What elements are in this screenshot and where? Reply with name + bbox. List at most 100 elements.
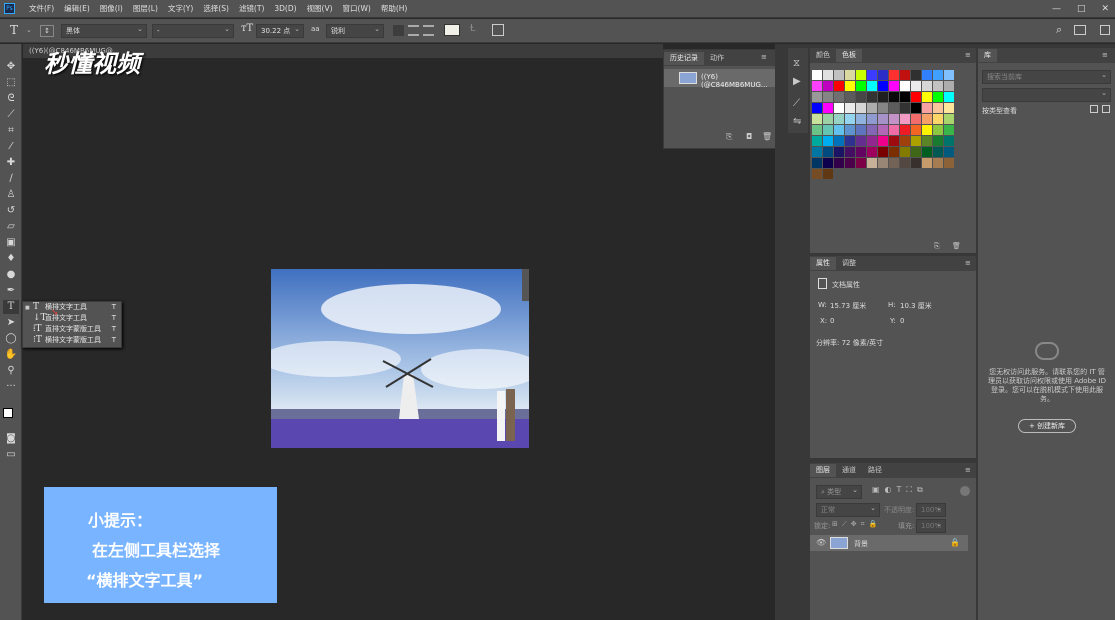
tab-adjustments[interactable]: 调整 <box>836 257 862 270</box>
align-right-icon[interactable] <box>423 25 434 36</box>
swatch[interactable] <box>889 147 899 157</box>
library-select[interactable] <box>982 87 1111 102</box>
swatch[interactable] <box>933 147 943 157</box>
swatch[interactable] <box>889 103 899 113</box>
menu-item[interactable]: 窗口(W) <box>338 0 376 18</box>
path-select-tool-icon[interactable]: ➤ <box>3 316 19 330</box>
healing-tool-icon[interactable]: ✚ <box>3 156 19 170</box>
swatch[interactable] <box>878 114 888 124</box>
swatch[interactable] <box>878 81 888 91</box>
swatch[interactable] <box>856 136 866 146</box>
swatch[interactable] <box>867 147 877 157</box>
screen-mode-icon[interactable]: ▭ <box>3 448 19 462</box>
panel-menu-icon[interactable]: ≡ <box>761 53 767 61</box>
swatch[interactable] <box>911 147 921 157</box>
swatch[interactable] <box>812 136 822 146</box>
swatch[interactable] <box>856 158 866 168</box>
menu-item[interactable]: 3D(D) <box>269 0 301 18</box>
swatch[interactable] <box>900 136 910 146</box>
swatch[interactable] <box>944 81 954 91</box>
swatch[interactable] <box>812 114 822 124</box>
swatch[interactable] <box>867 70 877 80</box>
swatch[interactable] <box>933 70 943 80</box>
swatch[interactable] <box>933 125 943 135</box>
swatch[interactable] <box>845 103 855 113</box>
blur-tool-icon[interactable]: ♦ <box>3 252 19 266</box>
menu-item[interactable]: 图层(L) <box>128 0 163 18</box>
swatch[interactable] <box>933 92 943 102</box>
swatch[interactable] <box>889 92 899 102</box>
swatch[interactable] <box>889 136 899 146</box>
menu-item[interactable]: 文件(F) <box>24 0 59 18</box>
swatch[interactable] <box>823 147 833 157</box>
swatch[interactable] <box>911 103 921 113</box>
swatch[interactable] <box>911 158 921 168</box>
swatch[interactable] <box>834 125 844 135</box>
blend-mode-select[interactable]: 正常 <box>816 502 880 517</box>
eye-icon[interactable]: 👁 <box>816 538 826 547</box>
swatch[interactable] <box>823 103 833 113</box>
swatch[interactable] <box>867 114 877 124</box>
swatch[interactable] <box>845 136 855 146</box>
more-tools-icon[interactable]: ··· <box>3 380 19 394</box>
swatch[interactable] <box>823 114 833 124</box>
menu-item[interactable]: 选择(S) <box>198 0 234 18</box>
swatch[interactable] <box>878 158 888 168</box>
create-library-button[interactable]: + 创建新库 <box>1018 419 1076 433</box>
warp-text-icon[interactable]: Ɫ <box>470 23 476 34</box>
eyedropper-tool-icon[interactable]: ⁄ <box>3 140 19 154</box>
swatch[interactable] <box>944 70 954 80</box>
swatch[interactable] <box>911 81 921 91</box>
antialias-select[interactable]: 锐利 <box>326 23 384 38</box>
swatch[interactable] <box>900 158 910 168</box>
swatch[interactable] <box>845 92 855 102</box>
swatch[interactable] <box>911 136 921 146</box>
swatch[interactable] <box>867 92 877 102</box>
type-tool-icon[interactable]: T <box>3 300 19 314</box>
swatch[interactable] <box>856 125 866 135</box>
x-value[interactable]: 0 <box>830 317 834 325</box>
swatch[interactable] <box>944 147 954 157</box>
history-icon[interactable]: ⧖ <box>793 58 800 69</box>
swatch[interactable] <box>845 158 855 168</box>
workspace-icon[interactable] <box>1074 25 1086 35</box>
swatch[interactable] <box>845 70 855 80</box>
menu-item[interactable]: 滤镜(T) <box>234 0 269 18</box>
swatch[interactable] <box>867 158 877 168</box>
swatch[interactable] <box>812 81 822 91</box>
swatch[interactable] <box>911 125 921 135</box>
orientation-toggle-icon[interactable]: ↕ <box>40 25 54 37</box>
share-icon[interactable] <box>1100 25 1110 35</box>
swatch[interactable] <box>856 114 866 124</box>
minimize-button[interactable]: — <box>1052 0 1061 18</box>
trash-icon[interactable]: 🗑 <box>762 132 772 141</box>
swatch[interactable] <box>944 125 954 135</box>
swatch[interactable] <box>900 70 910 80</box>
tool-preset-chevron-icon[interactable]: ⌄ <box>26 26 32 34</box>
tab-libraries[interactable]: 库 <box>978 49 997 62</box>
snapshot-icon[interactable]: ◘ <box>746 132 752 141</box>
swatch[interactable] <box>834 114 844 124</box>
menu-item-horizontal-type-tool[interactable]: T 横排文字工具 T <box>23 302 121 313</box>
fill-input[interactable]: 100% <box>916 518 946 533</box>
grid-view-icon[interactable] <box>1090 105 1098 113</box>
tab-history[interactable]: 历史记录 <box>664 52 704 65</box>
tab-paths[interactable]: 路径 <box>862 464 888 477</box>
swatch[interactable] <box>845 81 855 91</box>
swatch[interactable] <box>867 81 877 91</box>
align-center-icon[interactable] <box>408 25 419 36</box>
swatch[interactable] <box>812 92 822 102</box>
swatch[interactable] <box>834 92 844 102</box>
panel-menu-icon[interactable]: ≡ <box>965 466 971 474</box>
dodge-tool-icon[interactable]: ● <box>3 268 19 282</box>
swatch[interactable] <box>845 125 855 135</box>
panel-menu-icon[interactable]: ≡ <box>965 51 971 59</box>
swatch[interactable] <box>878 125 888 135</box>
history-item[interactable]: ((Y6)(@C846MB6MUG... <box>664 69 775 89</box>
new-document-icon[interactable]: ⎘ <box>726 132 732 142</box>
tab-actions[interactable]: 动作 <box>704 52 730 65</box>
swatch[interactable] <box>856 147 866 157</box>
swatch[interactable] <box>922 158 932 168</box>
lasso-tool-icon[interactable]: ᘓ <box>3 92 19 106</box>
swatch[interactable] <box>834 70 844 80</box>
